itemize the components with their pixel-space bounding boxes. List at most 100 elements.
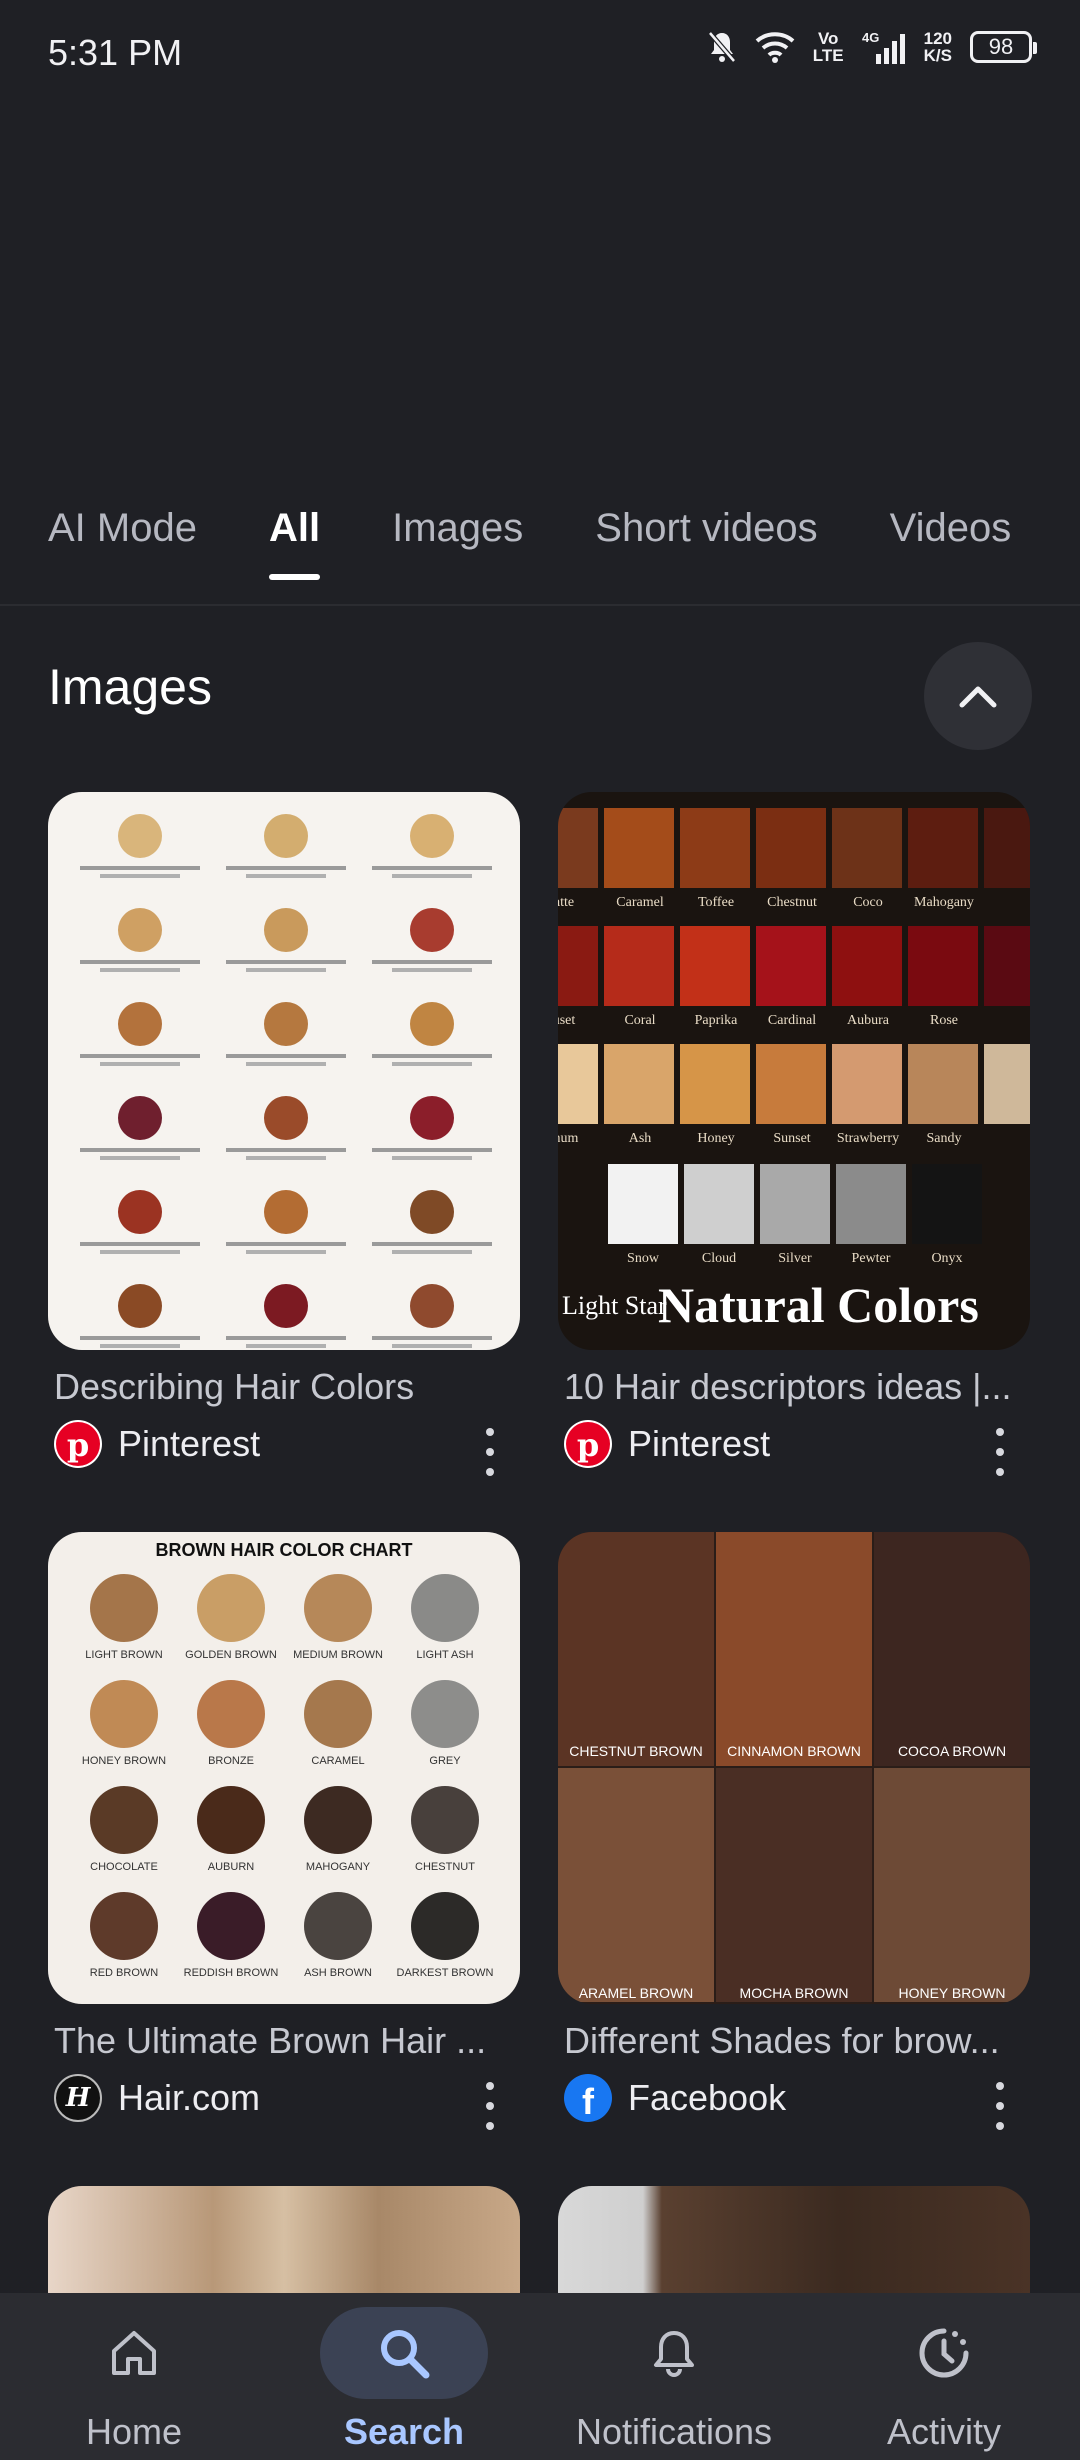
swatch-caption-line (392, 1156, 472, 1160)
photo-label: CHESTNUT BROWN (569, 1743, 703, 1759)
hair-swatch (604, 808, 674, 888)
swatch-caption-line (392, 874, 472, 878)
hair-swatch (118, 1002, 162, 1046)
tab-videos[interactable]: Videos (890, 506, 1012, 616)
swatch-caption-line (80, 1148, 200, 1152)
nav-notifications[interactable]: Notifications (564, 2293, 784, 2460)
result-caption[interactable]: Describing Hair Colors (54, 1366, 524, 1408)
hair-swatch (197, 1892, 265, 1960)
hair-swatch (832, 926, 902, 1006)
tab-label: All (268, 506, 321, 550)
more-options-button[interactable] (484, 1428, 496, 1476)
battery-indicator: 98 (970, 31, 1037, 63)
status-icons: Vo LTE 4G 120 K/S 98 (707, 29, 1037, 65)
swatch-label: Chestnut (767, 895, 817, 910)
source-name: Pinterest (628, 1423, 771, 1464)
photo-label: COCOA BROWN (898, 1743, 1006, 1759)
chevron-up-icon (959, 686, 997, 708)
swatch-caption-line (226, 1054, 346, 1058)
swatch-label: MEDIUM BROWN (293, 1649, 383, 1661)
volte-indicator: Vo LTE (812, 29, 844, 65)
swatch-caption-line (226, 866, 346, 870)
hair-swatch (264, 1002, 308, 1046)
tab-ai-mode[interactable]: AI Mode (48, 506, 197, 616)
hair-swatch (558, 926, 598, 1006)
hair-swatch (264, 908, 308, 952)
result-source[interactable]: p Pinterest (564, 1420, 770, 1468)
photo-label: ARAMEL BROWN (579, 1985, 694, 2001)
nav-home[interactable]: Home (24, 2293, 244, 2460)
hair-swatch (197, 1786, 265, 1854)
hair-swatch (90, 1680, 158, 1748)
result-caption[interactable]: Different Shades for brow... (564, 2020, 1034, 2062)
hair-swatch (684, 1164, 754, 1244)
source-name: Hair.com (118, 2077, 261, 2118)
swatch-label: Toffee (698, 895, 734, 910)
image-thumbnail[interactable]: BROWN HAIR COLOR CHART LIGHT BROWN GOLDEN … (48, 1532, 520, 2004)
swatch-label: DARKEST BROWN (397, 1967, 494, 1979)
swatch-caption-line (100, 874, 180, 878)
result-source[interactable]: H Hair.com (54, 2074, 260, 2122)
image-thumbnail[interactable]: CHESTNUT BROWN CINNAMON BROWN COCOA BROWN A… (558, 1532, 1030, 2004)
pinterest-icon: p (564, 1420, 612, 1468)
brown-shades-photo-image: CHESTNUT BROWN CINNAMON BROWN COCOA BROWN A… (558, 1532, 1030, 2002)
chart-image-title: BROWN HAIR COLOR CHART (156, 1540, 413, 1560)
nav-activity[interactable]: Activity (834, 2293, 1054, 2460)
hair-swatch (908, 808, 978, 888)
tab-all[interactable]: All (268, 506, 321, 616)
image-thumbnail[interactable]: atte Caramel Toffee Chestnut Coco Mahogany use… (558, 792, 1030, 1350)
result-caption[interactable]: 10 Hair descriptors ideas |... (564, 1366, 1034, 1408)
swatch-label: Coco (853, 895, 883, 910)
result-caption[interactable]: The Ultimate Brown Hair ... (54, 2020, 524, 2062)
hair-swatch (604, 1044, 674, 1124)
hair-swatch (984, 926, 1030, 1006)
facebook-icon: f (564, 2074, 612, 2122)
more-options-button[interactable] (484, 2082, 496, 2130)
hair-swatch (264, 814, 308, 858)
tab-active-indicator (268, 574, 321, 580)
more-options-button[interactable] (994, 1428, 1006, 1476)
swatch-label: MAHOGANY (306, 1861, 371, 1873)
brown-hair-chart-image: BROWN HAIR COLOR CHART LIGHT BROWN GOLDEN … (82, 1540, 494, 1979)
swatch-caption-line (80, 1336, 200, 1340)
search-icon (320, 2307, 488, 2399)
swatch-label: Rose (930, 1013, 958, 1028)
image-thumbnail[interactable] (48, 792, 520, 1350)
source-name: Pinterest (118, 1423, 261, 1464)
tab-short-videos[interactable]: Short videos (595, 506, 817, 616)
swatch-label: Cloud (702, 1251, 736, 1266)
swatch-caption-line (372, 1242, 492, 1246)
hair-swatch (984, 1044, 1030, 1124)
hair-photo-tile (558, 1532, 714, 1766)
swatch-caption-line (100, 968, 180, 972)
swatch-label: LIGHT ASH (416, 1649, 473, 1661)
signal-icon: 4G (862, 30, 905, 64)
hair-swatch (680, 926, 750, 1006)
hair-swatch (304, 1892, 372, 1960)
nav-search[interactable]: Search (294, 2293, 514, 2460)
swatch-label: RED BROWN (90, 1967, 159, 1979)
result-source[interactable]: p Pinterest (54, 1420, 260, 1468)
hair-photo-tile (874, 1768, 1030, 2002)
hair-swatch (304, 1574, 372, 1642)
speed-unit: K/S (923, 46, 952, 65)
tab-label: Videos (889, 506, 1012, 550)
hair-photo-tile (558, 1768, 714, 2002)
collapse-section-button[interactable] (924, 642, 1032, 750)
swatch-label: CARAMEL (311, 1755, 364, 1767)
swatch-label: Ash (629, 1131, 652, 1146)
tab-images[interactable]: Images (392, 506, 523, 616)
nav-label: Activity (886, 2411, 1001, 2452)
hair-swatch (118, 814, 162, 858)
nav-label: Search (343, 2411, 465, 2452)
battery-level: 98 (988, 34, 1014, 59)
swatch-label: Caramel (616, 895, 664, 910)
hair-photo-tile (874, 1532, 1030, 1766)
swatch-caption-line (80, 960, 200, 964)
more-options-button[interactable] (994, 2082, 1006, 2130)
swatch-caption-line (372, 960, 492, 964)
result-source[interactable]: f Facebook (564, 2074, 786, 2122)
swatch-caption-line (372, 1148, 492, 1152)
hair-swatch (984, 808, 1030, 888)
swatch-caption-line (100, 1250, 180, 1254)
